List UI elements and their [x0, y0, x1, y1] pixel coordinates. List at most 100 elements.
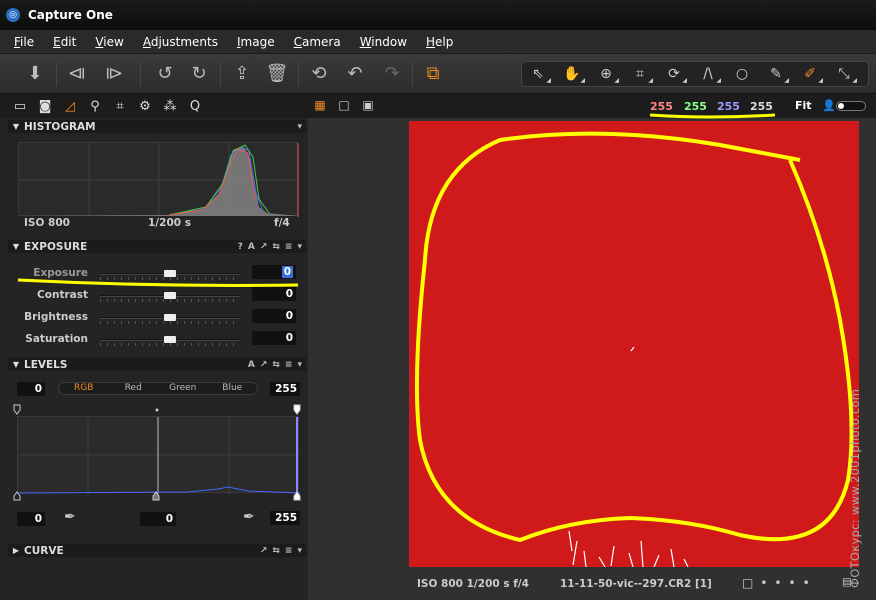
output-black-handle[interactable] — [13, 491, 21, 501]
proof-icon[interactable]: 👤 — [822, 99, 836, 112]
capture-icon[interactable]: ◙ — [37, 98, 53, 114]
expand-arrow-icon[interactable]: ▶ — [8, 546, 24, 555]
channel-rgb[interactable]: RGB — [59, 383, 109, 394]
menu-icon[interactable]: ≡ — [285, 242, 293, 252]
output-mid-handle[interactable] — [152, 491, 160, 501]
black-point-handle[interactable] — [13, 404, 21, 415]
white-balance-icon[interactable]: ⤡ ◢ — [830, 63, 858, 85]
levels-header[interactable]: ▼ LEVELS A ↗ ⇆ ≡ ▾ — [8, 358, 306, 371]
menu-caret-icon[interactable]: ▾ — [297, 546, 302, 556]
rotate-right-icon[interactable]: ↻ — [186, 60, 212, 86]
collapse-arrow-icon[interactable]: ▼ — [8, 242, 24, 251]
toolbar-separator — [140, 62, 141, 86]
primary-view-icon[interactable]: ▣ — [361, 98, 375, 112]
keystone-icon[interactable]: /\ ◢ — [694, 63, 722, 85]
channel-green[interactable]: Green — [158, 383, 208, 394]
focus-icon[interactable]: ⚲ — [87, 98, 103, 114]
menu-edit[interactable]: Edit — [53, 35, 76, 49]
exposure-header[interactable]: ▼ EXPOSURE ? A ↗ ⇆ ≡ ▾ — [8, 240, 306, 253]
menu-icon[interactable]: ≡ — [285, 360, 293, 370]
slider-knob[interactable] — [164, 292, 176, 299]
select-icon[interactable]: ⇖ ◢ — [524, 63, 552, 85]
move-to-folder-icon[interactable]: ⇪ — [229, 60, 255, 86]
menu-camera[interactable]: Camera — [294, 35, 341, 49]
menu-image[interactable]: Image — [237, 35, 275, 49]
levels-output-high[interactable]: 255 — [270, 511, 300, 525]
levels-output-mid[interactable]: 0 — [140, 512, 176, 526]
crop-icon[interactable]: ⌗ ◢ — [626, 63, 654, 85]
process-icon[interactable]: ⧉ — [420, 60, 446, 86]
menu-view[interactable]: View — [95, 35, 123, 49]
copy-apply-icon[interactable]: ↗ — [260, 546, 268, 556]
levels-input-high[interactable]: 255 — [270, 382, 300, 396]
white-point-handle[interactable] — [293, 404, 301, 415]
quick-icon[interactable]: Q — [187, 98, 203, 114]
rotate-icon[interactable]: ⟳ ◢ — [660, 63, 688, 85]
slider-knob[interactable] — [164, 270, 176, 277]
collapse-arrow-icon[interactable]: ▼ — [8, 360, 24, 369]
proof-toggle[interactable] — [836, 101, 866, 111]
collapse-arrow-icon[interactable]: ▼ — [8, 122, 24, 131]
auto-icon[interactable]: A — [248, 242, 255, 252]
menu-help[interactable]: Help — [426, 35, 453, 49]
brightness-slider[interactable] — [100, 314, 240, 324]
output-white-handle[interactable] — [293, 491, 301, 501]
contrast-slider[interactable] — [100, 292, 240, 302]
auto-icon[interactable]: A — [248, 360, 255, 370]
menu-icon[interactable]: ≡ — [285, 546, 293, 556]
color-picker-icon[interactable]: ✐ ◢ — [796, 63, 824, 85]
midpoint-handle[interactable] — [155, 408, 159, 412]
import-icon[interactable]: ⬇ — [22, 60, 48, 86]
menu-caret-icon[interactable]: ▾ — [297, 122, 302, 132]
rating-dots[interactable]: □•••• — [742, 576, 817, 590]
saturation-value-field[interactable]: 0 — [252, 331, 296, 345]
toolbar-separator — [412, 62, 413, 86]
multi-view-icon[interactable]: ▦ — [313, 98, 327, 112]
previous-icon[interactable]: ⧏ — [64, 60, 90, 86]
reset-icon[interactable]: ⇆ — [272, 242, 280, 252]
copy-apply-icon[interactable]: ↗ — [260, 360, 268, 370]
next-icon[interactable]: ⧐ — [101, 60, 127, 86]
slider-knob[interactable] — [164, 336, 176, 343]
zoom-fit-label[interactable]: Fit — [795, 99, 812, 112]
zoom-icon[interactable]: ⊕ ◢ — [592, 63, 620, 85]
brightness-value-field[interactable]: 0 — [252, 309, 296, 323]
menu-file[interactable]: File — [14, 35, 34, 49]
spot-remove-icon[interactable]: ○ — [728, 63, 756, 85]
help-icon[interactable]: ? — [238, 242, 243, 252]
metadata-icon[interactable]: ⁂ — [162, 98, 178, 114]
adjust-icon[interactable]: ◿ — [62, 98, 78, 114]
library-icon[interactable]: ▭ — [12, 98, 28, 114]
reset-icon[interactable]: ⇆ — [272, 546, 280, 556]
rotate-left-icon[interactable]: ↺ — [152, 60, 178, 86]
levels-output-low[interactable]: 0 — [17, 512, 45, 526]
local-brush-icon[interactable]: ✎ ◢ — [762, 63, 790, 85]
channel-red[interactable]: Red — [109, 383, 159, 394]
black-picker-icon[interactable]: ✒ — [64, 509, 76, 525]
reset-icon[interactable]: ⇆ — [272, 360, 280, 370]
single-view-icon[interactable]: □ — [337, 98, 351, 112]
menu-caret-icon[interactable]: ▾ — [297, 360, 302, 370]
menu-caret-icon[interactable]: ▾ — [297, 242, 302, 252]
pan-icon[interactable]: ✋ ◢ — [558, 63, 586, 85]
undo-icon[interactable]: ⟲ — [306, 60, 332, 86]
undo-step-icon[interactable]: ↶ — [342, 60, 368, 86]
copy-apply-icon[interactable]: ↗ — [260, 242, 268, 252]
menu-adjustments[interactable]: Adjustments — [143, 35, 218, 49]
lens-icon[interactable]: ⌗ — [112, 98, 128, 114]
exposure-slider[interactable] — [100, 270, 240, 280]
histogram-header[interactable]: ▼ HISTOGRAM ▾ — [8, 120, 306, 133]
settings-icon[interactable]: ⚙ — [137, 98, 153, 114]
saturation-slider[interactable] — [100, 336, 240, 346]
redo-icon[interactable]: ↷ — [379, 60, 405, 86]
white-picker-icon[interactable]: ✒ — [243, 509, 255, 525]
curve-header[interactable]: ▶ CURVE ↗ ⇆ ≡ ▾ — [8, 544, 306, 557]
image-preview[interactable] — [409, 121, 859, 568]
levels-input-low[interactable]: 0 — [17, 382, 45, 396]
menu-window[interactable]: Window — [360, 35, 407, 49]
delete-icon[interactable]: 🗑 — [264, 60, 290, 86]
channel-blue[interactable]: Blue — [208, 383, 258, 394]
slider-knob[interactable] — [164, 314, 176, 321]
exposure-value-field[interactable]: 0 — [252, 265, 296, 279]
contrast-value-field[interactable]: 0 — [252, 287, 296, 301]
